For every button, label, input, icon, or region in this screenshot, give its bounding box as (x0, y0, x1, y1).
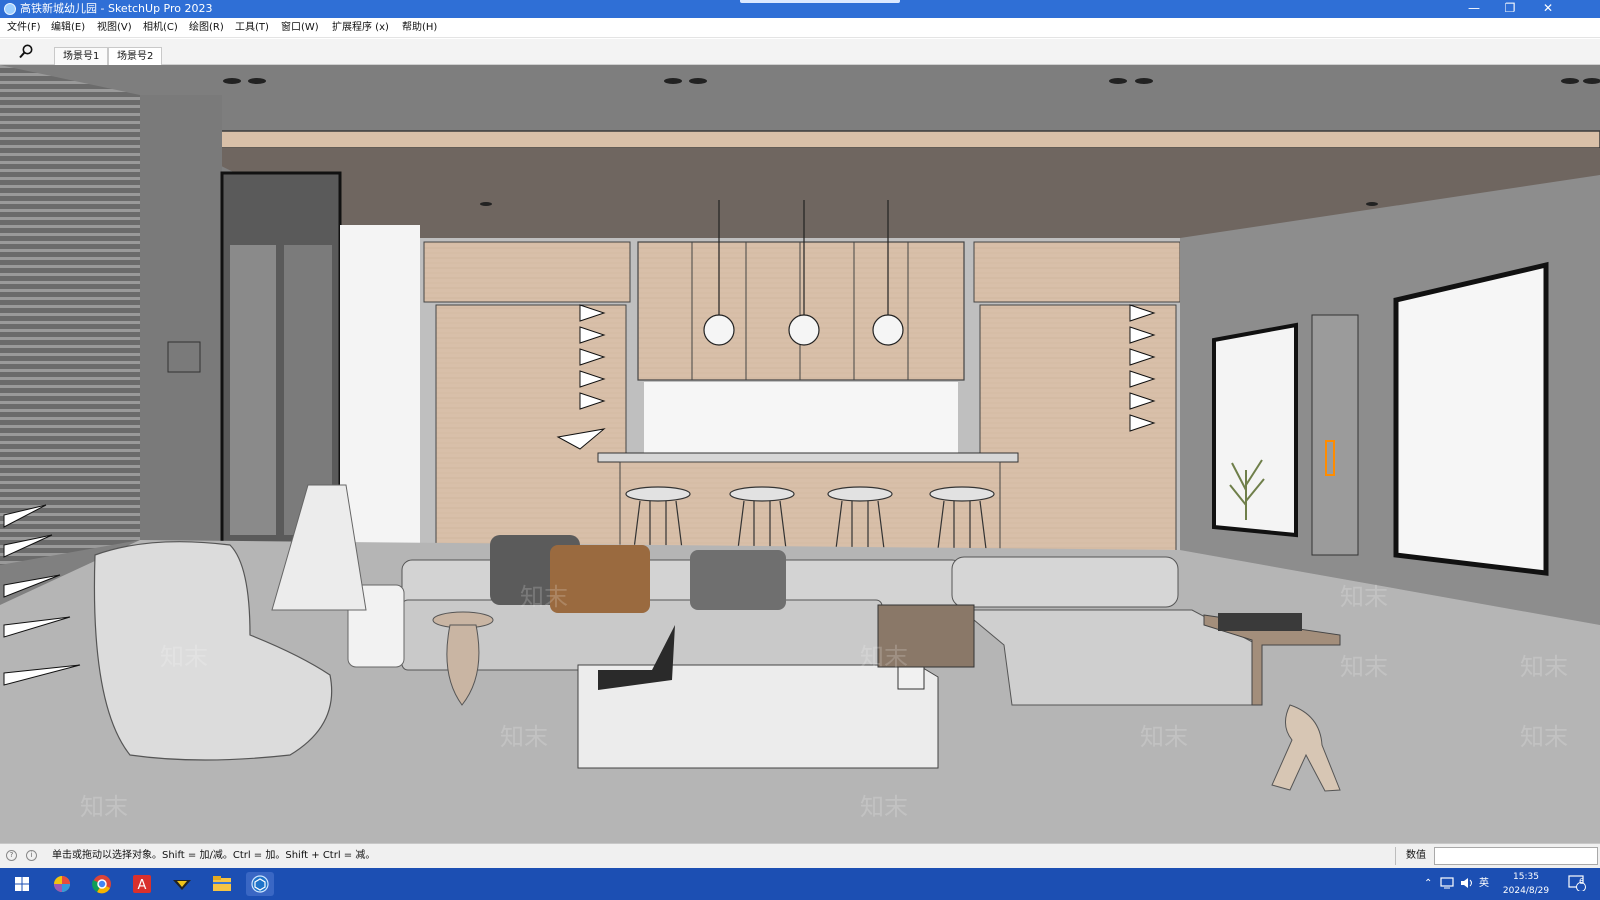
chrome-icon[interactable] (88, 872, 116, 896)
info-icon[interactable]: i (26, 850, 37, 861)
left-tall-cabinet (423, 241, 631, 303)
ceiling-wood-beam (184, 130, 1600, 149)
svg-text:知末: 知末 (1520, 723, 1568, 751)
title-drag-handle (740, 0, 900, 3)
pillow-gray (690, 550, 786, 610)
window-title: 高铁新城幼儿园 - SketchUp Pro 2023 (20, 2, 213, 15)
status-divider (1395, 847, 1396, 865)
app-icon[interactable] (168, 872, 196, 896)
taskbar-clock[interactable]: 15:35 2024/8/29 (1496, 870, 1556, 898)
svg-text:知末: 知末 (860, 643, 908, 671)
scene-render: 知末知末 知末 知末知末知末 知末知末 知末 知末知末 (0, 65, 1600, 843)
geo-location-icon[interactable]: ? (6, 850, 17, 861)
svg-text:知末: 知末 (860, 793, 908, 821)
menu-edit[interactable]: 编辑(E) (49, 18, 87, 38)
clock-time: 15:35 (1513, 872, 1539, 882)
kitchen-counter (597, 452, 1019, 463)
sketchup-taskbar-icon[interactable] (246, 872, 274, 896)
title-bar: 高铁新城幼儿园 - SketchUp Pro 2023 — ❐ ✕ (0, 0, 1600, 18)
window-blinds (0, 65, 140, 565)
right-tall-cabinet (973, 241, 1181, 303)
menu-draw[interactable]: 绘图(R) (187, 18, 226, 38)
ime-indicator[interactable]: 英 (1479, 868, 1489, 900)
menu-extensions[interactable]: 扩展程序 (x) (330, 18, 391, 38)
left-wall-column (140, 95, 222, 545)
menu-file[interactable]: 文件(F) (5, 18, 43, 38)
status-hint: 单击或拖动以选择对象。Shift = 加/减。Ctrl = 加。Shift + … (52, 850, 376, 861)
svg-text:知末: 知末 (520, 583, 568, 611)
menu-tools[interactable]: 工具(T) (233, 18, 271, 38)
svg-text:知末: 知末 (160, 643, 208, 671)
menu-help[interactable]: 帮助(H) (400, 18, 439, 38)
clock-date: 2024/8/29 (1502, 886, 1550, 896)
measurements-label: 数值 (1406, 850, 1426, 861)
tab-scene-1[interactable]: 场景号1 (54, 47, 109, 65)
search-icon[interactable] (16, 43, 36, 61)
books (1218, 613, 1302, 631)
network-icon[interactable] (1440, 868, 1456, 900)
upper-cabinets (637, 241, 965, 381)
right-window-2 (1393, 261, 1549, 576)
color-app-icon[interactable] (48, 872, 76, 896)
menu-camera[interactable]: 相机(C) (141, 18, 180, 38)
file-explorer-icon[interactable] (208, 872, 236, 896)
taskbar: A ⌃ 英 15:35 2024/8/29 6 (0, 868, 1600, 900)
sofa-chaise-back (951, 556, 1179, 608)
measurements-input[interactable] (1434, 847, 1598, 865)
svg-text:知末: 知末 (500, 723, 548, 751)
minimize-button[interactable]: — (1456, 0, 1492, 18)
menu-window[interactable]: 窗口(W) (279, 18, 321, 38)
tab-scene-2[interactable]: 场景号2 (108, 47, 163, 65)
menu-view[interactable]: 视图(V) (95, 18, 134, 38)
svg-text:A: A (138, 878, 147, 893)
right-door-panel (1311, 314, 1359, 556)
right-window-1 (1212, 322, 1298, 538)
menu-bar: 文件(F) 编辑(E) 视图(V) 相机(C) 绘图(R) 工具(T) 窗口(W… (0, 18, 1600, 38)
maximize-button[interactable]: ❐ (1492, 0, 1528, 18)
svg-text:知末: 知末 (1140, 723, 1188, 751)
volume-icon[interactable] (1460, 868, 1476, 900)
acrobat-icon[interactable]: A (128, 872, 156, 896)
chevron-up-icon[interactable]: ⌃ (1424, 868, 1432, 900)
svg-text:知末: 知末 (1520, 653, 1568, 681)
svg-text:知末: 知末 (80, 793, 128, 821)
sketchup-icon (4, 3, 16, 15)
notification-icon[interactable]: 6 (1568, 868, 1586, 900)
sofa-back (401, 559, 963, 607)
svg-text:知末: 知末 (1340, 583, 1388, 611)
windows-start-icon[interactable] (8, 872, 36, 896)
toolbar: 场景号1 场景号2 (0, 39, 1600, 65)
status-bar: ? i 单击或拖动以选择对象。Shift = 加/减。Ctrl = 加。Shif… (0, 843, 1600, 868)
close-button[interactable]: ✕ (1530, 0, 1566, 18)
right-door (979, 304, 1177, 566)
ceiling (0, 65, 1600, 135)
notification-count: 6 (1579, 877, 1585, 886)
svg-text:知末: 知末 (1340, 653, 1388, 681)
model-viewport[interactable]: 知末 知末 知末 知末 知末 知末 知末 知末 知末 知末 知末 (0, 65, 1600, 843)
backsplash (644, 382, 958, 454)
